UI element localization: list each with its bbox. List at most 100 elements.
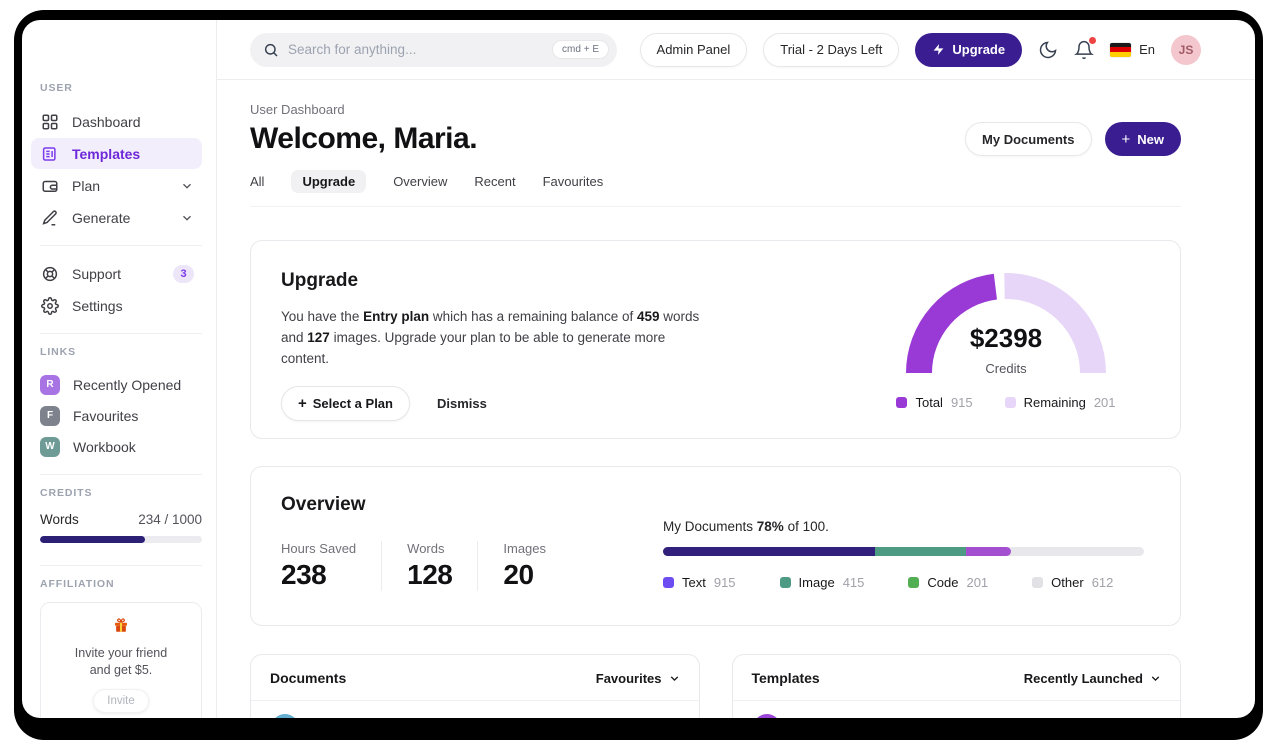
sidebar-item-dashboard[interactable]: Dashboard (31, 106, 202, 137)
legend-item-remaining: Remaining 201 (1004, 395, 1116, 410)
pencil-icon (40, 208, 59, 227)
sidebar-item-templates[interactable]: Templates (31, 138, 202, 169)
templates-icon (40, 144, 59, 163)
search-icon (263, 42, 279, 58)
notifications-bell[interactable] (1074, 36, 1097, 60)
chevron-down-icon (1149, 672, 1162, 685)
link-label: Favourites (73, 407, 139, 424)
gift-icon (112, 616, 130, 634)
templates-card-title: Templates (751, 670, 820, 686)
chevron-down-icon (180, 211, 194, 225)
sidebar-item-settings[interactable]: Settings (31, 290, 202, 321)
sidebar-item-label: Support (72, 265, 122, 282)
sidebar-item-label: Settings (72, 297, 123, 314)
sidebar-item-label: Templates (72, 145, 141, 162)
upgrade-card: Upgrade You have the Entry plan which ha… (250, 240, 1181, 439)
select-plan-button[interactable]: + Select a Plan (281, 386, 410, 422)
link-label: Workbook (73, 438, 136, 455)
app-window: USER Dashboard Templates Plan Generate S… (22, 20, 1255, 718)
bar-segment-code (966, 547, 1012, 556)
sidebar-link-recently-opened[interactable]: R Recently Opened (40, 369, 202, 400)
search-box[interactable]: cmd + E (250, 32, 617, 67)
sidebar: USER Dashboard Templates Plan Generate S… (22, 20, 217, 718)
new-button[interactable]: + New (1104, 122, 1181, 156)
templates-card: Templates Recently Launched Blog Post Ti… (731, 654, 1181, 718)
link-initial-badge: W (40, 436, 60, 457)
sidebar-divider (40, 245, 202, 246)
overview-card: Overview Hours Saved 238 Words 128 Image… (250, 466, 1181, 626)
trial-status-button[interactable]: Trial - 2 Days Left (763, 32, 900, 67)
sidebar-item-support[interactable]: Support 3 (31, 258, 202, 289)
legend-swatch (1032, 577, 1044, 588)
documents-bar-legend: Text 915 Image 415 Code 201 Other 612 (663, 575, 1144, 590)
lifebuoy-icon (40, 264, 59, 283)
language-selector[interactable] (1110, 42, 1132, 57)
legend-item-other: Other 612 (1032, 575, 1113, 590)
sidebar-item-label: Plan (72, 177, 101, 194)
search-input[interactable] (288, 42, 544, 57)
credits-caption: Credits (985, 361, 1027, 376)
chevron-down-icon (668, 672, 681, 685)
overview-card-title: Overview (281, 494, 366, 515)
sidebar-divider (40, 565, 202, 566)
new-button-label: New (1137, 131, 1164, 147)
topbar: cmd + E Admin Panel Trial - 2 Days Left … (217, 20, 1255, 80)
tab-bar: All Upgrade Overview Recent Favourites (250, 170, 1181, 207)
sidebar-item-plan[interactable]: Plan (31, 170, 202, 201)
screenshot-canvas: USER Dashboard Templates Plan Generate S… (0, 0, 1277, 750)
sidebar-divider (40, 333, 202, 334)
legend-item-code: Code 201 (908, 575, 988, 590)
page-title: Welcome, Maria. (250, 122, 478, 155)
template-list-item[interactable]: Blog Post Title in Workbook (733, 701, 1181, 718)
document-list-item[interactable]: Untitled Document in Workbook (251, 701, 699, 718)
dashboard-grid-icon (40, 112, 59, 131)
support-count-badge: 3 (173, 264, 194, 283)
stats-row: Hours Saved 238 Words 128 Images 20 (281, 541, 663, 591)
dark-mode-toggle[interactable] (1038, 40, 1058, 60)
legend-item-text: Text 915 (663, 575, 736, 590)
gauge-legend: Total 915 Remaining 201 (896, 395, 1116, 410)
admin-panel-button[interactable]: Admin Panel (639, 32, 748, 67)
my-documents-button[interactable]: My Documents (965, 122, 1092, 156)
sidebar-section-user: USER (40, 82, 73, 94)
sidebar-item-label: Generate (72, 209, 131, 226)
documents-filter-dropdown[interactable]: Favourites (596, 671, 681, 686)
link-label: Recently Opened (73, 376, 182, 393)
documents-progress-line: My Documents 78% of 100. (663, 519, 829, 534)
upgrade-button[interactable]: Upgrade (915, 32, 1023, 67)
bar-segment-text (663, 547, 875, 556)
sidebar-link-workbook[interactable]: W Workbook (40, 431, 202, 462)
stat-words: Words 128 (381, 541, 477, 591)
window-frame: USER Dashboard Templates Plan Generate S… (14, 10, 1263, 740)
tab-recent[interactable]: Recent (474, 174, 515, 189)
dashboard-content: User Dashboard Welcome, Maria. My Docume… (217, 80, 1255, 718)
stat-hours-saved: Hours Saved 238 (281, 541, 357, 590)
breadcrumb: User Dashboard (250, 102, 345, 117)
invite-text-line1: Invite your friend (74, 646, 168, 660)
legend-item-image: Image 415 (779, 575, 864, 590)
wallet-icon (40, 176, 59, 195)
tab-all[interactable]: All (250, 174, 264, 189)
user-avatar[interactable]: JS (1171, 34, 1201, 65)
legend-swatch (779, 577, 791, 588)
dismiss-button[interactable]: Dismiss (437, 396, 487, 411)
sidebar-section-affiliation: AFFILIATION (40, 578, 115, 590)
language-label[interactable]: En (1139, 42, 1155, 57)
words-progress-fill (40, 536, 146, 543)
affiliation-card: Invite your friend and get $5. Invite (40, 602, 202, 718)
invite-button[interactable]: Invite (93, 688, 149, 713)
sidebar-link-favourites[interactable]: F Favourites (40, 400, 202, 431)
search-shortcut-kbd: cmd + E (552, 40, 609, 59)
tab-overview[interactable]: Overview (393, 174, 447, 189)
tab-upgrade[interactable]: Upgrade (291, 170, 367, 193)
tab-favourites[interactable]: Favourites (543, 174, 604, 189)
templates-filter-dropdown[interactable]: Recently Launched (1024, 671, 1162, 686)
sidebar-item-generate[interactable]: Generate (31, 202, 202, 233)
invite-text-line2: and get $5. (89, 662, 153, 677)
credits-amount: $2398 (969, 323, 1043, 353)
documents-card-title: Documents (270, 670, 347, 686)
plus-icon: + (1121, 130, 1131, 148)
sidebar-nav: Dashboard Templates Plan Generate (31, 106, 202, 233)
sidebar-item-label: Dashboard (72, 113, 141, 130)
main-area: cmd + E Admin Panel Trial - 2 Days Left … (217, 20, 1255, 718)
